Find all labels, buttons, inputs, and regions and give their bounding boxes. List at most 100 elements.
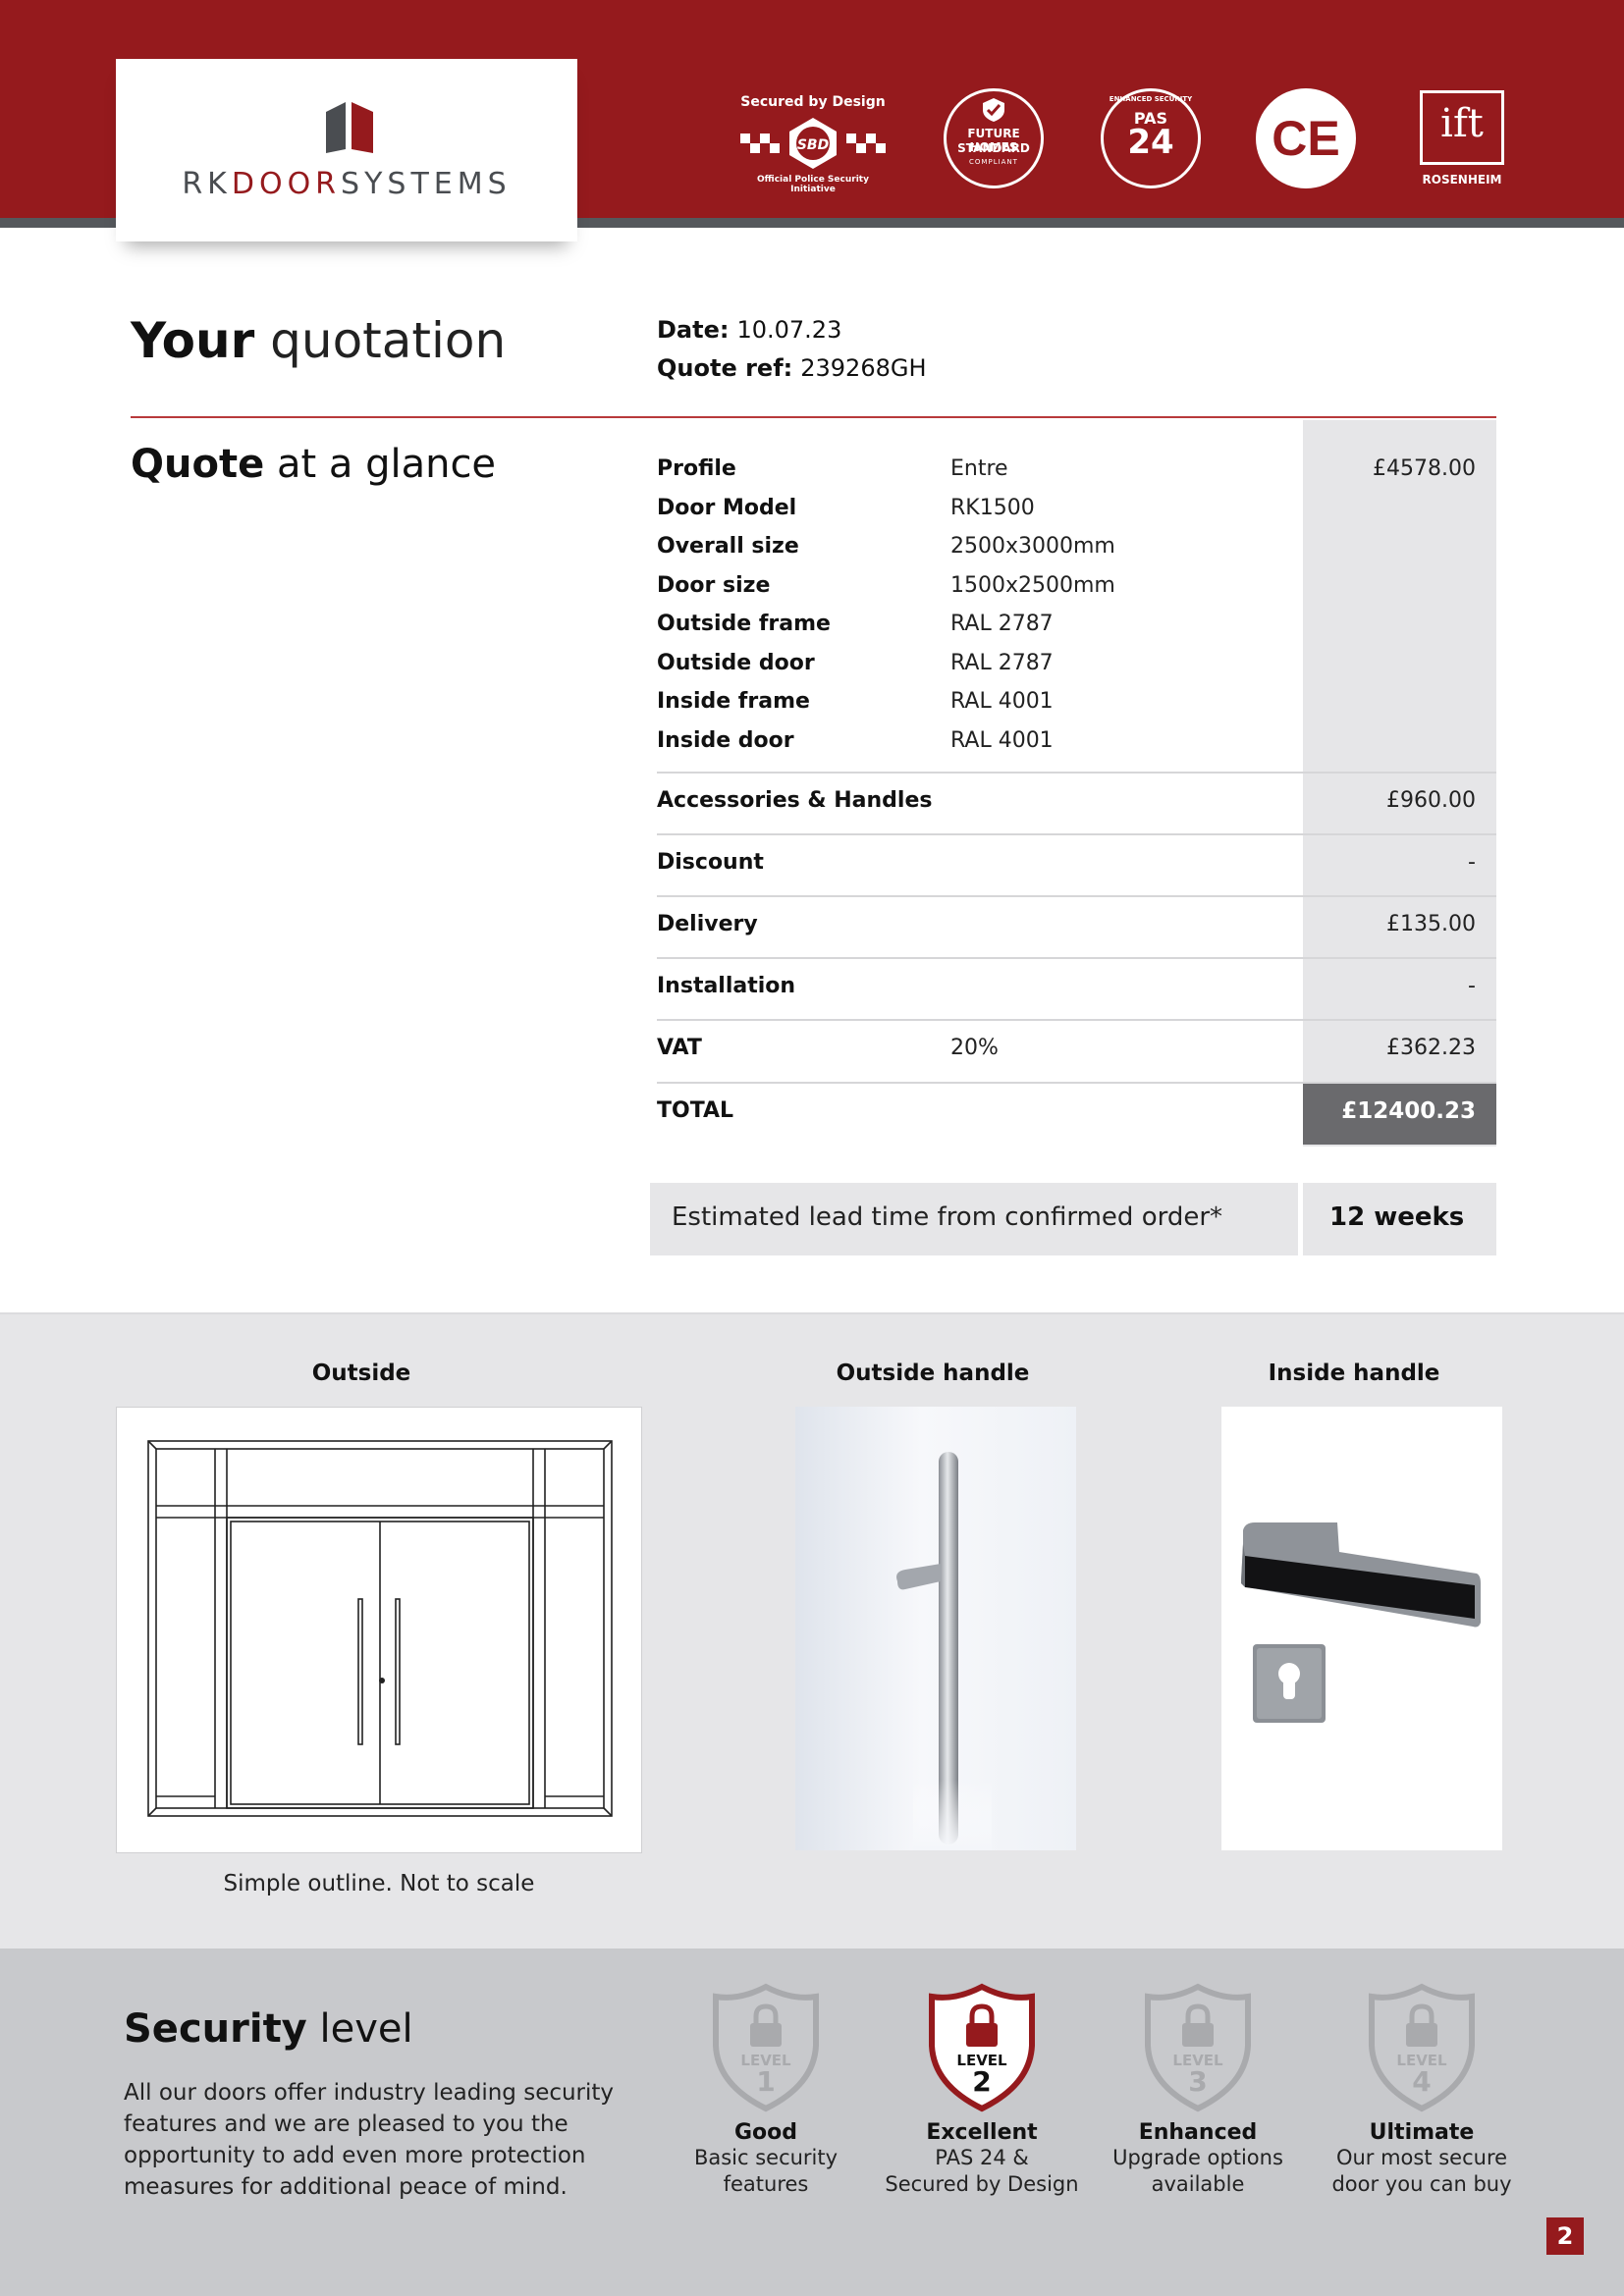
security-title: Security level: [124, 2006, 413, 2052]
row-separator: [657, 772, 1496, 774]
level-description: Upgrade options: [1112, 2146, 1283, 2169]
spec-value: Entre: [950, 456, 1008, 481]
level-description: door you can buy: [1331, 2172, 1512, 2196]
shield-lock-icon: LEVEL3: [1145, 1983, 1251, 2112]
level-description: Our most secure: [1335, 2146, 1508, 2169]
lever-handle-icon: [1241, 1522, 1481, 1723]
row-separator: [657, 957, 1496, 959]
ift-subtitle: ROSENHEIM: [1422, 173, 1502, 187]
sbd-title: Secured by Design: [740, 94, 886, 110]
spec-label: Inside door: [657, 728, 794, 753]
cost-label: Accessories & Handles: [657, 788, 933, 813]
total-label: TOTAL: [657, 1098, 734, 1123]
outline-note: Simple outline. Not to scale: [223, 1871, 535, 1896]
level-name: Enhanced: [1138, 2120, 1258, 2145]
ce-mark: CE: [1272, 111, 1340, 166]
level-description: PAS 24 &: [935, 2146, 1029, 2169]
total-price: £12400.23: [1341, 1098, 1476, 1124]
door-logo-icon: [326, 102, 373, 153]
level-name: Ultimate: [1369, 2120, 1475, 2145]
quote-date: Date: 10.07.23: [657, 316, 842, 344]
door-outline-drawing: [116, 1407, 642, 1853]
shield-lock-icon: LEVEL1: [713, 1983, 819, 2112]
cost-value: 20%: [950, 1036, 999, 1060]
security-level-1: LEVEL 1 Good Basic security features: [663, 1983, 869, 2198]
inside-handle-caption: Inside handle: [1268, 1361, 1440, 1386]
cost-price: £135.00: [1386, 912, 1476, 936]
security-level-3: LEVEL 3 Enhanced Upgrade options available: [1095, 1983, 1301, 2198]
cost-label: VAT: [657, 1036, 702, 1060]
row-separator: [657, 895, 1496, 897]
pas-number: 24: [1127, 123, 1174, 162]
level-name: Excellent: [926, 2120, 1038, 2145]
security-description: All our doors offer industry leading sec…: [124, 2080, 615, 2200]
spec-value: RK1500: [950, 496, 1035, 520]
spec-price: £4578.00: [1373, 456, 1476, 481]
pas24-badge: ENHANCED SECURITY PAS 24: [1101, 88, 1201, 188]
level-number: 1: [756, 2065, 775, 2098]
quote-reference: Quote ref: 239268GH: [657, 354, 927, 382]
lead-time-label: Estimated lead time from confirmed order…: [672, 1202, 1223, 1232]
shield-lock-icon: LEVEL2: [929, 1983, 1035, 2112]
spec-value: RAL 4001: [950, 689, 1054, 714]
sbd-subtitle: Official Police Security Initiative: [757, 175, 869, 194]
lead-time-value: 12 weeks: [1329, 1202, 1465, 1232]
spec-label: Inside frame: [657, 689, 810, 714]
ce-mark-badge: CE: [1256, 88, 1356, 188]
cost-price: -: [1468, 850, 1476, 875]
cost-label: Delivery: [657, 912, 758, 936]
pull-handle-icon: [896, 1452, 992, 1850]
spec-value: RAL 2787: [950, 651, 1054, 675]
spec-label: Outside frame: [657, 612, 831, 636]
sbd-mark: SBD: [797, 137, 829, 153]
spec-label: Outside door: [657, 651, 815, 675]
level-description: available: [1151, 2172, 1245, 2196]
fhs-line3: COMPLIANT: [969, 158, 1018, 166]
logo-wordmark: RKDOORSYSTEMS: [182, 167, 512, 201]
ift-mark: ift: [1440, 101, 1484, 146]
level-description: Basic security: [693, 2146, 839, 2169]
company-logo[interactable]: RKDOORSYSTEMS: [116, 59, 577, 241]
quote-glance-title: Quote at a glance: [131, 442, 497, 487]
sbd-checker-icon: SBD: [740, 118, 886, 169]
outside-caption: Outside: [311, 1361, 411, 1386]
spec-value: RAL 2787: [950, 612, 1054, 636]
spec-label: Door size: [657, 573, 771, 598]
security-level-4: LEVEL 4 Ultimate Our most secure door you ca…: [1319, 1983, 1525, 2198]
level-number: 4: [1412, 2065, 1431, 2098]
check-shield-icon: [983, 98, 1004, 122]
spec-value: 2500x3000mm: [950, 534, 1115, 559]
secured-by-design-badge: Secured by Design SBD Official Police Se…: [738, 94, 888, 194]
pas-top-text: ENHANCED SECURITY: [1109, 95, 1193, 103]
cost-price: £960.00: [1386, 788, 1476, 813]
security-level-2: LEVEL 2 Excellent PAS 24 & Secured by Design: [879, 1983, 1085, 2198]
page-number: 2: [1546, 2217, 1584, 2255]
page-title: Your quotation: [131, 312, 507, 369]
cost-label: Installation: [657, 974, 796, 998]
row-separator: [657, 833, 1496, 835]
level-description: features: [723, 2172, 809, 2196]
outside-handle-caption: Outside handle: [836, 1361, 1030, 1386]
spec-value: 1500x2500mm: [950, 573, 1115, 598]
inside-handle-image: [1221, 1407, 1502, 1850]
level-number: 3: [1188, 2065, 1207, 2098]
spec-label: Profile: [657, 456, 736, 481]
row-separator: [657, 1019, 1496, 1021]
cost-price: -: [1468, 974, 1476, 998]
spec-label: Door Model: [657, 496, 797, 520]
level-description: Secured by Design: [885, 2172, 1079, 2196]
spec-label: Overall size: [657, 534, 799, 559]
ift-box: ift: [1420, 90, 1504, 165]
title-divider: [131, 416, 1496, 418]
level-name: Good: [733, 2120, 798, 2145]
fhs-line2: STANDARD: [957, 141, 1030, 155]
spec-value: RAL 4001: [950, 728, 1054, 753]
outside-handle-image: [795, 1407, 1076, 1850]
cost-label: Discount: [657, 850, 764, 875]
future-homes-standard-badge: FUTURE HOMES STANDARD COMPLIANT: [944, 88, 1044, 188]
level-number: 2: [972, 2065, 991, 2098]
ift-rosenheim-badge: ift ROSENHEIM: [1420, 90, 1504, 188]
cost-price: £362.23: [1386, 1036, 1476, 1060]
shield-lock-icon: LEVEL4: [1369, 1983, 1475, 2112]
door-outline-icon: [147, 1440, 613, 1817]
